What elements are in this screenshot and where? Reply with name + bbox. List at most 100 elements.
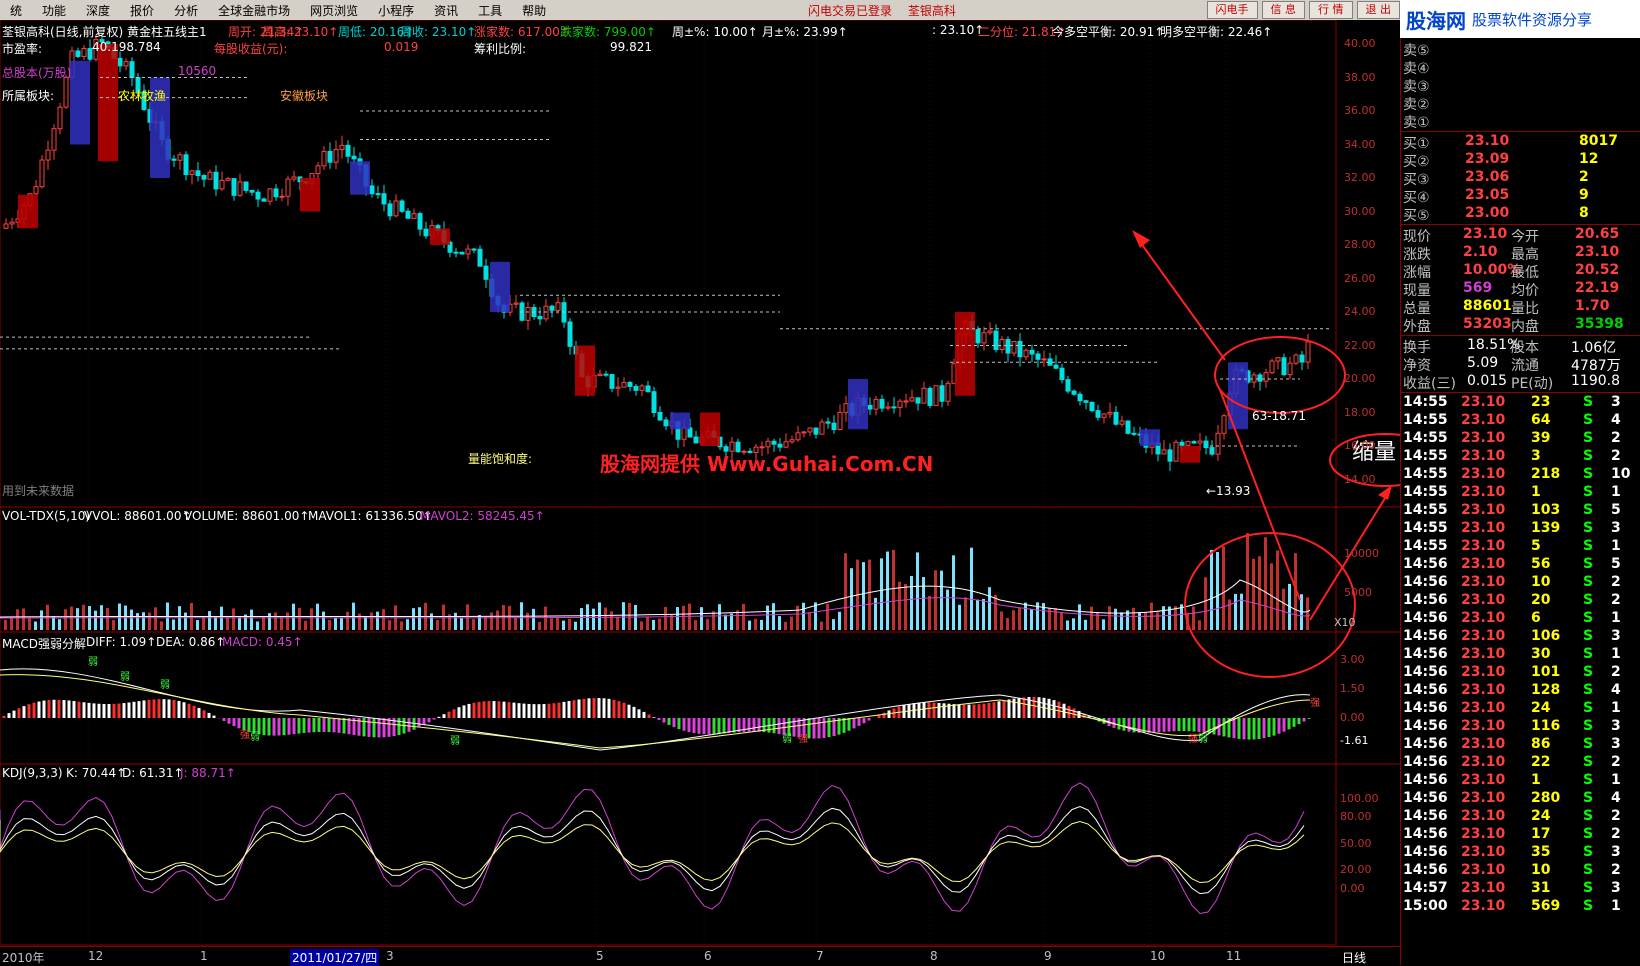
volume-bar xyxy=(802,602,805,630)
volume-bar xyxy=(1060,612,1063,630)
candle-body xyxy=(813,427,819,435)
candle-body xyxy=(663,419,669,427)
tick-side: S xyxy=(1583,538,1594,554)
menu-item-10[interactable]: 帮助 xyxy=(512,2,556,19)
volume-bar xyxy=(208,611,211,630)
menu-item-1[interactable]: 功能 xyxy=(32,2,76,19)
tick-price: 23.10 xyxy=(1461,520,1506,536)
candle-body xyxy=(1263,372,1269,382)
candle-body xyxy=(183,154,189,176)
volume-bar xyxy=(526,612,529,630)
volume-bar xyxy=(664,606,667,630)
candle-body xyxy=(1011,340,1017,354)
quote-button[interactable]: 行 情 xyxy=(1309,1,1353,19)
volume-bar xyxy=(4,620,7,630)
candle-body xyxy=(903,400,909,403)
candle-body xyxy=(549,305,555,311)
tick-time: 14:55 xyxy=(1403,520,1448,536)
tick-side: S xyxy=(1583,754,1594,770)
stat-label: 股本 xyxy=(1511,340,1539,356)
tick-row-13: 14:56 23.10 106 S 3 xyxy=(1401,628,1640,646)
info-button[interactable]: 信 息 xyxy=(1261,1,1305,19)
tick-price: 23.10 xyxy=(1461,574,1506,590)
menu-item-2[interactable]: 深度 xyxy=(76,2,120,19)
candle-body xyxy=(1053,364,1059,369)
menu-bar: 统功能 深度 报价 分析 全球金融市场 网页浏览 小程序 资讯 工具 帮助 闪电交易已登录 荃银高… xyxy=(0,0,1400,20)
candle-body xyxy=(423,228,429,237)
menu-item-3[interactable]: 报价 xyxy=(120,2,164,19)
menu-item-7[interactable]: 小程序 xyxy=(368,2,424,19)
kdj-axis-1: 80.00 xyxy=(1340,810,1372,823)
chart-area[interactable]: 弱弱弱强弱弱弱强强弱强 荃银高科(日线,前复权) 黄金柱五线主1 周开: 21.3… xyxy=(0,20,1400,965)
candle-body xyxy=(765,440,771,448)
volume-bar xyxy=(760,619,763,630)
volume-bar xyxy=(982,598,985,630)
exit-button[interactable]: 退 出 xyxy=(1356,1,1400,19)
tick-row-21: 14:56 23.10 1 S 1 xyxy=(1401,772,1640,790)
stat-value: 23.10 xyxy=(1463,226,1508,242)
volume-bar xyxy=(1090,606,1093,630)
macd-strength-tag-5: 弱 xyxy=(450,735,460,747)
tick-time: 14:56 xyxy=(1403,790,1448,806)
watermark-logo: 股海网 股票软件资源分享 xyxy=(1400,0,1640,38)
menu-item-0[interactable]: 统 xyxy=(0,2,32,19)
tick-time: 14:55 xyxy=(1403,412,1448,428)
tick-price: 23.10 xyxy=(1461,700,1506,716)
volume-bar xyxy=(196,620,199,630)
volume-bar xyxy=(256,621,259,630)
tick-time: 14:56 xyxy=(1403,718,1448,734)
candle-body xyxy=(1089,401,1095,412)
kline-chart-canvas[interactable]: 弱弱弱强弱弱弱强强弱强 xyxy=(0,20,1400,965)
volume-bar xyxy=(1234,593,1237,630)
candle-body xyxy=(1161,449,1167,455)
candle-body xyxy=(345,144,351,157)
candle-body xyxy=(213,171,219,190)
quote-stat-row-2: 涨幅 10.00% 最低 20.52 xyxy=(1401,262,1640,281)
y-axis-main-5: 30.00 xyxy=(1344,204,1376,218)
volume-bar xyxy=(184,612,187,630)
flash-trade-button[interactable]: 闪电手 xyxy=(1206,1,1258,19)
tick-price: 23.10 xyxy=(1461,538,1506,554)
volume-bar xyxy=(220,606,223,630)
candle-body xyxy=(381,193,387,205)
candle-body xyxy=(1167,449,1173,462)
volume-bar xyxy=(148,612,151,630)
tick-time: 14:56 xyxy=(1403,808,1448,824)
candle-body xyxy=(645,385,651,393)
sell-label: 卖④ xyxy=(1403,61,1430,77)
menu-item-4[interactable]: 分析 xyxy=(164,2,208,19)
candle-body xyxy=(897,400,903,408)
menu-item-6[interactable]: 网页浏览 xyxy=(300,2,368,19)
volume-bar xyxy=(1192,606,1195,630)
tick-row-4: 14:55 23.10 218 S 10 xyxy=(1401,466,1640,484)
tick-volume: 116 xyxy=(1531,718,1561,734)
menu-item-9[interactable]: 工具 xyxy=(468,2,512,19)
volume-bar xyxy=(724,614,727,630)
volume-bar xyxy=(712,611,715,630)
candle-body xyxy=(231,178,237,196)
candle-body xyxy=(1101,413,1107,418)
macd-strength-tag-2: 弱 xyxy=(160,679,170,691)
stat-value: 1.70 xyxy=(1575,298,1610,314)
sell-label: 卖② xyxy=(1403,97,1430,113)
tick-volume: 280 xyxy=(1531,790,1561,806)
volume-bar xyxy=(1204,577,1207,630)
quote-stat-row-5: 外盘 53203 内盘 35398 xyxy=(1401,316,1640,335)
kdj-header-3: J: 88.71↑ xyxy=(180,766,236,780)
menu-item-8[interactable]: 资讯 xyxy=(424,2,468,19)
volume-bar xyxy=(1156,612,1159,630)
candle-body xyxy=(891,406,897,409)
candle-body xyxy=(1029,349,1035,355)
candle-body xyxy=(477,248,483,267)
candle-body xyxy=(633,385,639,391)
tick-price: 23.10 xyxy=(1461,448,1506,464)
candle-body xyxy=(369,185,375,195)
watermark-text: 股海网提供 Www.Guhai.Com.CN xyxy=(600,452,934,476)
y-axis-main-0: 40.00 xyxy=(1344,37,1376,50)
volume-bar xyxy=(820,621,823,630)
tick-price: 23.10 xyxy=(1461,664,1506,680)
volume-bar xyxy=(430,613,433,630)
menu-item-5[interactable]: 全球金融市场 xyxy=(208,2,300,19)
macd-header-3: MACD: 0.45↑ xyxy=(222,635,303,649)
candle-body xyxy=(1215,432,1221,455)
